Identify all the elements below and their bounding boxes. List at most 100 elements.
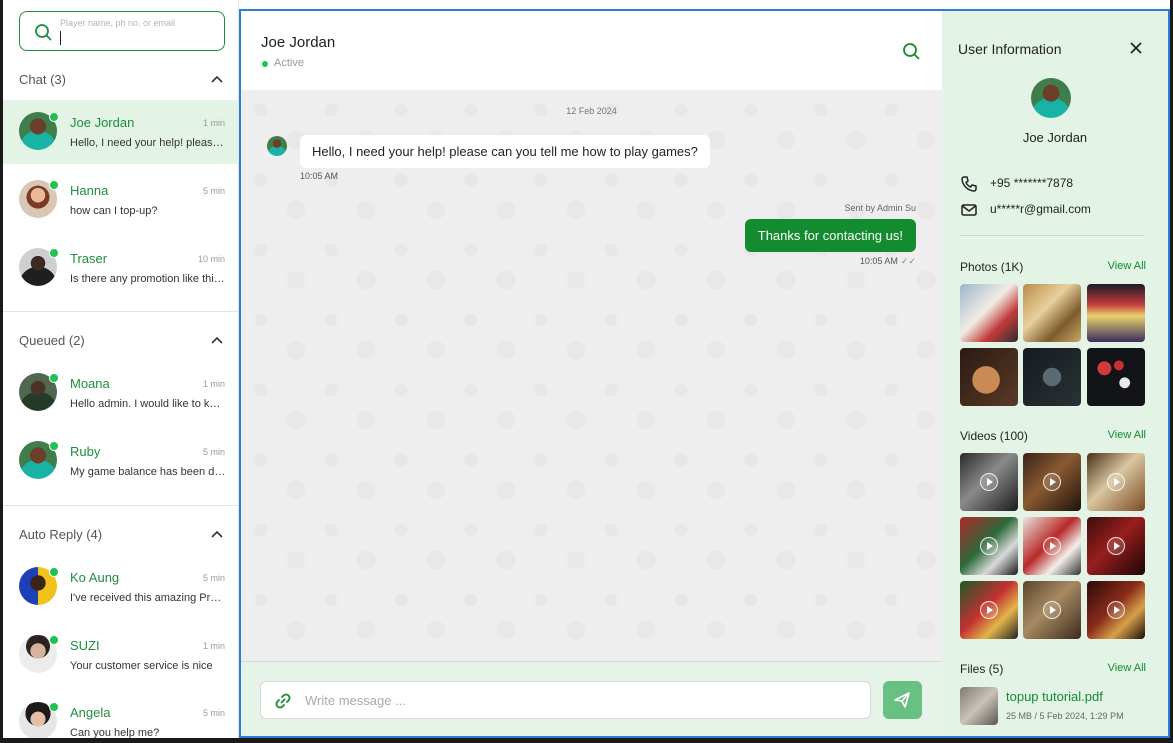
chat-item-name: Ruby: [70, 444, 101, 459]
videos-view-all-link[interactable]: View All: [1108, 429, 1146, 441]
outgoing-message-time: 10:05 AM: [859, 256, 898, 266]
video-thumbnail[interactable]: [960, 517, 1018, 575]
chevron-up-icon[interactable]: [211, 335, 223, 347]
app-window: Player name, ph no. or email Chat (3) Jo…: [3, 0, 1170, 738]
email-address: u*****r@gmail.com: [990, 202, 1091, 216]
play-icon: [1107, 537, 1125, 555]
player-search-input[interactable]: Player name, ph no. or email: [19, 11, 225, 51]
online-status-dot: [49, 702, 59, 712]
message-list[interactable]: 12 Feb 2024 Hello, I need your help! ple…: [241, 90, 942, 661]
chat-item-preview: Hello, I need your help! please can you …: [70, 137, 226, 149]
online-status-dot: [49, 112, 59, 122]
photo-thumbnail[interactable]: [1023, 348, 1081, 406]
chat-item-time: 5 min: [202, 573, 225, 583]
chat-item-angela[interactable]: Angela 5 min Can you help me?: [3, 690, 238, 738]
files-label: Files (5): [960, 662, 1004, 676]
search-placeholder: Player name, ph no. or email: [60, 18, 176, 28]
file-meta: 25 MB / 5 Feb 2024, 1:29 PM: [1006, 711, 1124, 721]
chat-item-moana[interactable]: Moana 1 min Hello admin. I would like to…: [3, 361, 238, 425]
photo-thumbnail[interactable]: [1087, 284, 1145, 342]
section-auto-reply-label: Auto Reply (4): [19, 527, 103, 542]
conversation-status: Active: [274, 57, 304, 69]
send-button[interactable]: [883, 681, 922, 719]
photos-view-all-link[interactable]: View All: [1108, 260, 1146, 272]
chat-item-time: 5 min: [202, 186, 225, 196]
section-queued-header[interactable]: Queued (2): [19, 331, 225, 351]
outgoing-message-meta: 10:05 AM ✓✓: [860, 256, 916, 267]
chat-item-name: SUZI: [70, 638, 100, 653]
message-composer: Write message ...: [241, 661, 942, 736]
chevron-up-icon[interactable]: [211, 74, 223, 86]
attachment-link-icon[interactable]: [274, 692, 292, 710]
chat-item-time: 1 min: [202, 118, 225, 128]
play-icon: [1043, 601, 1061, 619]
play-icon: [980, 601, 998, 619]
files-view-all-link[interactable]: View All: [1108, 662, 1146, 674]
chat-item-time: 5 min: [202, 447, 225, 457]
chat-item-preview: I've received this amazing Promotion: [70, 592, 226, 604]
play-icon: [980, 473, 998, 491]
video-thumbnail[interactable]: [1087, 453, 1145, 511]
message-input[interactable]: Write message ...: [260, 681, 871, 719]
chat-item-preview: how can I top-up?: [70, 205, 158, 217]
avatar: [1031, 78, 1071, 118]
video-thumbnail[interactable]: [1023, 453, 1081, 511]
video-thumbnail[interactable]: [960, 581, 1018, 639]
online-status-dot: [262, 61, 268, 67]
avatar: [267, 136, 287, 156]
file-name[interactable]: topup tutorial.pdf: [1006, 689, 1103, 704]
photo-thumbnail[interactable]: [1087, 348, 1145, 406]
video-thumbnail[interactable]: [960, 453, 1018, 511]
chat-item-hanna[interactable]: Hanna 5 min how can I top-up?: [3, 168, 238, 232]
chat-item-joe-jordan[interactable]: Joe Jordan 1 min Hello, I need your help…: [3, 100, 238, 164]
phone-icon: [961, 176, 977, 192]
video-thumbnail[interactable]: [1023, 517, 1081, 575]
photo-thumbnail[interactable]: [1023, 284, 1081, 342]
chat-item-name: Hanna: [70, 183, 109, 198]
file-thumbnail[interactable]: [960, 687, 998, 725]
sent-by-label: Sent by Admin Su: [844, 203, 916, 213]
incoming-message-bubble: Hello, I need your help! please can you …: [300, 135, 710, 168]
chat-item-preview: Can you help me?: [70, 727, 160, 738]
section-queued-label: Queued (2): [19, 333, 85, 348]
chat-item-time: 1 min: [202, 379, 225, 389]
close-icon[interactable]: [1129, 41, 1143, 55]
chat-item-traser[interactable]: Traser 10 min Is there any promotion lik…: [3, 236, 238, 300]
double-check-icon: ✓✓: [900, 256, 916, 266]
chat-sidebar: Player name, ph no. or email Chat (3) Jo…: [3, 0, 239, 738]
user-info-panel: User Information Joe Jordan +95 *******7…: [942, 9, 1170, 738]
online-status-dot: [49, 441, 59, 451]
chat-item-ko-aung[interactable]: Ko Aung 5 min I've received this amazing…: [3, 555, 238, 619]
section-chat-header[interactable]: Chat (3): [19, 70, 225, 90]
chat-item-time: 5 min: [202, 708, 225, 718]
photo-thumbnail[interactable]: [960, 284, 1018, 342]
video-thumbnail[interactable]: [1023, 581, 1081, 639]
videos-label: Videos (100): [960, 429, 1028, 443]
chat-item-time: 1 min: [202, 641, 225, 651]
chat-item-ruby[interactable]: Ruby 5 min My game balance has been dedu…: [3, 429, 238, 493]
chat-item-preview: My game balance has been deducted: [70, 466, 226, 478]
chat-item-name: Traser: [70, 251, 108, 266]
conversation-panel: Joe Jordan Active 12 Feb 2024 Hello, I n…: [239, 9, 942, 738]
user-name: Joe Jordan: [1022, 130, 1088, 145]
chat-item-preview: Your customer service is nice: [70, 660, 213, 672]
phone-number: +95 *******7878: [990, 176, 1074, 190]
section-divider: [3, 505, 238, 506]
photos-label: Photos (1K): [960, 260, 1024, 274]
play-icon: [1043, 537, 1061, 555]
chevron-up-icon[interactable]: [211, 529, 223, 541]
photo-thumbnail[interactable]: [960, 348, 1018, 406]
video-thumbnail[interactable]: [1087, 581, 1145, 639]
chat-item-name: Ko Aung: [70, 570, 120, 585]
online-status-dot: [49, 373, 59, 383]
chat-item-time: 10 min: [197, 254, 225, 264]
online-status-dot: [49, 180, 59, 190]
chat-item-suzi[interactable]: SUZI 1 min Your customer service is nice: [3, 623, 238, 687]
video-thumbnail[interactable]: [1087, 517, 1145, 575]
section-auto-reply-header[interactable]: Auto Reply (4): [19, 525, 225, 545]
chat-item-name: Moana: [70, 376, 110, 391]
play-icon: [1107, 601, 1125, 619]
search-icon[interactable]: [902, 42, 920, 60]
conversation-header: Joe Jordan Active: [241, 11, 942, 90]
play-icon: [980, 537, 998, 555]
